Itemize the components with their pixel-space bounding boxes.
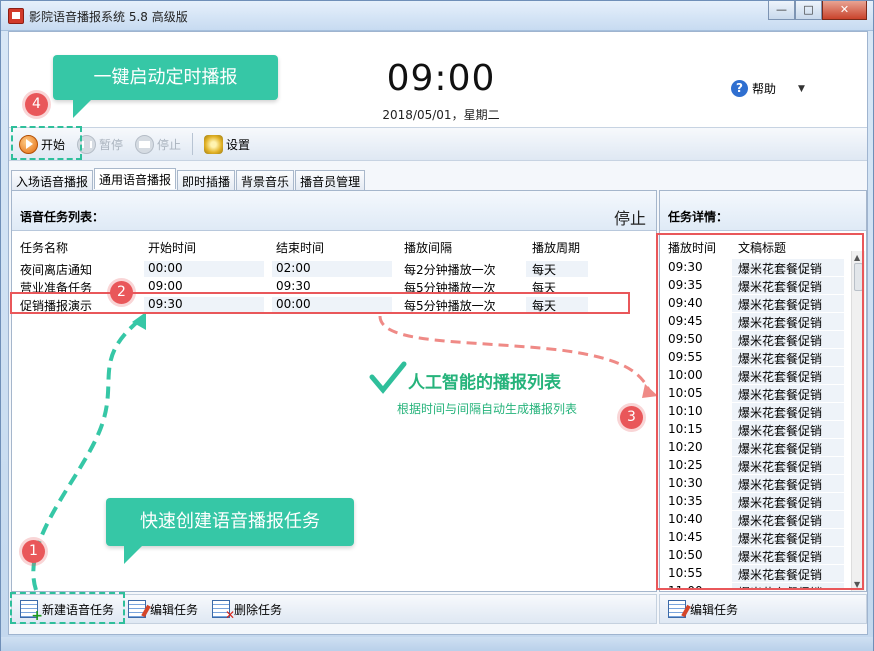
delete-document-icon — [212, 600, 235, 622]
help-label: 帮助 — [752, 82, 777, 96]
table-row[interactable]: 夜间离店通知 00:00 02:00 每2分钟播放一次 每天 — [12, 261, 656, 278]
stop-button[interactable]: 停止 — [131, 131, 185, 157]
close-button[interactable]: ✕ — [822, 1, 867, 20]
task-period: 每天 — [532, 263, 557, 277]
step-badge: 4 — [25, 93, 48, 116]
step-badge: 2 — [110, 281, 133, 304]
tab-bar: 入场语音播报 通用语音播报 即时插播 背景音乐 播音员管理 — [9, 168, 867, 190]
task-end: 02:00 — [276, 261, 311, 275]
task-list-title: 语音任务列表： — [20, 210, 105, 224]
column-header[interactable]: 开始时间 — [148, 239, 196, 256]
detail-list-highlight — [656, 233, 864, 590]
tab-instant-insert[interactable]: 即时插播 — [177, 170, 236, 190]
status-bar — [1, 637, 873, 651]
clock-display: 09:00 — [386, 58, 496, 99]
task-end: 09:30 — [276, 279, 311, 293]
tab-announcer-management[interactable]: 播音员管理 — [295, 170, 366, 190]
chevron-down-icon[interactable]: ▼ — [798, 84, 805, 94]
task-start: 09:00 — [148, 279, 183, 293]
detail-edit-task-label: 编辑任务 — [690, 602, 739, 617]
edit-document-icon — [128, 600, 147, 618]
edit-task-button[interactable]: 编辑任务 — [126, 597, 200, 621]
toolbar-divider — [192, 133, 194, 155]
window-title: 影院语音播报系统 5.8 高级版 — [29, 10, 188, 24]
minimize-button[interactable]: — — [768, 1, 795, 20]
main-toolbar: 开始 暂停 停止 设置 — [9, 127, 867, 161]
settings-label: 设置 — [226, 137, 251, 152]
callout-start: 一键启动定时播报 — [53, 55, 278, 118]
start-highlight — [11, 126, 82, 160]
task-list-header: 语音任务列表： 停止 — [12, 191, 656, 231]
column-header[interactable]: 播放周期 — [532, 239, 580, 256]
edit-document-icon — [668, 600, 686, 618]
help-menu[interactable]: ? 帮助 ▼ — [731, 80, 805, 97]
task-table-header: 任务名称 开始时间 结束时间 播放间隔 播放周期 — [12, 239, 656, 257]
delete-task-label: 删除任务 — [234, 602, 283, 617]
task-interval: 每2分钟播放一次 — [404, 263, 496, 277]
maximize-button[interactable]: □ — [795, 1, 822, 20]
gear-icon — [204, 134, 224, 154]
new-task-highlight — [10, 592, 125, 624]
help-icon: ? — [731, 80, 748, 97]
stop-icon — [135, 134, 155, 154]
app-icon — [8, 8, 24, 24]
title-bar[interactable]: 影院语音播报系统 5.8 高级版 — □ ✕ — [1, 1, 873, 31]
detail-actions-bar: 编辑任务 — [659, 594, 867, 624]
tab-background-music[interactable]: 背景音乐 — [236, 170, 295, 190]
task-start: 00:00 — [148, 261, 183, 275]
ai-list-subtitle: 根据时间与间隔自动生成播报列表 — [397, 402, 578, 416]
task-status-label: 停止 — [613, 209, 646, 228]
edit-task-label: 编辑任务 — [150, 602, 199, 617]
detail-edit-task-button[interactable]: 编辑任务 — [666, 597, 740, 621]
step-badge: 3 — [620, 406, 643, 429]
ai-list-title: 人工智能的播报列表 — [408, 373, 561, 393]
column-header[interactable]: 任务名称 — [20, 239, 68, 256]
delete-task-button[interactable]: 删除任务 — [210, 597, 284, 622]
date-display: 2018/05/01，星期二 — [382, 108, 500, 122]
column-header[interactable]: 结束时间 — [276, 239, 324, 256]
window-controls: — □ ✕ — [768, 1, 867, 21]
callout-create-task: 快速创建语音播报任务 — [106, 498, 354, 564]
pause-label: 暂停 — [99, 137, 124, 152]
tab-entry-broadcast[interactable]: 入场语音播报 — [11, 170, 94, 190]
step-badge: 1 — [22, 540, 45, 563]
settings-button[interactable]: 设置 — [200, 131, 254, 157]
stop-label: 停止 — [157, 137, 182, 152]
selected-task-highlight — [10, 292, 630, 314]
column-header[interactable]: 播放间隔 — [404, 239, 452, 256]
task-name: 夜间离店通知 — [20, 263, 93, 277]
tab-general-broadcast[interactable]: 通用语音播报 — [94, 168, 177, 189]
